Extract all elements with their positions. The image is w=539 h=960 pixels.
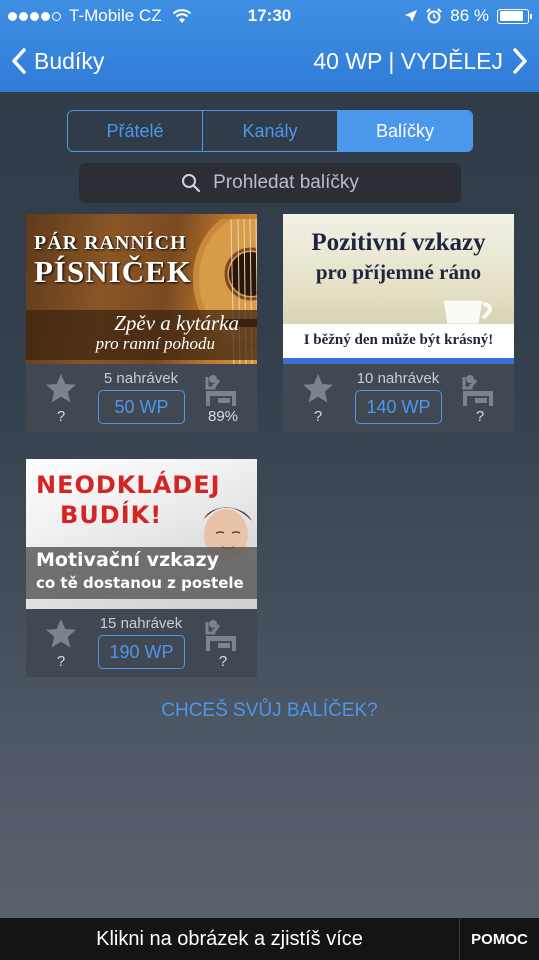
- package-card[interactable]: Pozitivní vzkazy pro příjemné ráno I běž…: [283, 214, 514, 432]
- package-subtitle-line-1: Zpěv a kytárka: [114, 311, 239, 335]
- back-button-label: Budíky: [34, 47, 105, 74]
- alarm-clock-icon: [426, 8, 442, 24]
- wake-rate-value: ?: [475, 408, 485, 425]
- package-title-line-2: pro příjemné ráno: [315, 260, 482, 284]
- tab-packages[interactable]: Balíčky: [338, 111, 472, 151]
- recordings-count: 15 nahrávek: [99, 615, 183, 632]
- recordings-count: 5 nahrávek: [103, 370, 179, 387]
- package-title-line-2: PÍSNIČEK: [34, 254, 192, 289]
- create-package-link[interactable]: CHCEŠ SVŮJ BALÍČEK?: [0, 700, 539, 722]
- package-image[interactable]: Pozitivní vzkazy pro příjemné ráno I běž…: [283, 214, 514, 364]
- package-footer: ? 5 nahrávek 50 WP 89%: [26, 364, 257, 432]
- package-subtitle-line-1: I běžný den může být krásný!: [303, 332, 494, 348]
- package-subtitle-line-2: pro ranní pohodu: [95, 334, 215, 353]
- wake-rate-value: 89%: [207, 408, 239, 425]
- battery-icon: [497, 8, 532, 24]
- tab-channels[interactable]: Kanály: [203, 111, 338, 151]
- package-title-line-2: BUDÍK!: [60, 501, 163, 529]
- help-button[interactable]: POMOC: [459, 918, 539, 960]
- star-icon: [303, 374, 333, 403]
- earn-button[interactable]: 40 WP | VYDĚLEJ: [313, 44, 529, 78]
- star-icon: [46, 374, 76, 403]
- rating-value: ?: [56, 653, 66, 670]
- battery-fill: [499, 11, 523, 21]
- info-banner[interactable]: Klikni na obrázek a zjistíš více: [0, 918, 459, 960]
- tab-friends[interactable]: Přátelé: [68, 111, 203, 151]
- battery-label: 86 %: [450, 6, 489, 25]
- package-subtitle-line-2: co tě dostanou z postele: [36, 574, 244, 592]
- segmented-tabs: Přátelé Kanály Balíčky: [67, 110, 473, 152]
- chevron-right-icon: [513, 48, 527, 74]
- chevron-left-icon: [12, 48, 26, 74]
- price-button[interactable]: 50 WP: [98, 390, 185, 424]
- package-title-line-1: NEODKLÁDEJ: [36, 471, 221, 499]
- rating-value: ?: [313, 408, 323, 425]
- price-button[interactable]: 190 WP: [98, 635, 185, 669]
- bottom-bar: Klikni na obrázek a zjistíš více POMOC: [0, 918, 539, 960]
- wake-up-person-icon: [462, 375, 493, 406]
- package-image[interactable]: PÁR RANNÍCH PÍSNIČEK Zpěv a kytárka pro …: [26, 214, 257, 364]
- package-card[interactable]: PÁR RANNÍCH PÍSNIČEK Zpěv a kytárka pro …: [26, 214, 257, 432]
- wake-rate-value: ?: [218, 653, 228, 670]
- package-footer: ? 15 nahrávek 190 WP ?: [26, 609, 257, 677]
- package-image-art: Pozitivní vzkazy pro příjemné ráno I běž…: [283, 214, 514, 364]
- status-bar: T-Mobile CZ 17:30 86 %: [0, 0, 539, 32]
- location-arrow-icon: [405, 10, 418, 22]
- package-subtitle-line-1: Motivační vzkazy: [36, 549, 220, 571]
- package-image-art: NEODKLÁDEJ BUDÍK! Motivační vzkazy co tě…: [26, 459, 257, 609]
- rating-value: ?: [56, 408, 66, 425]
- header: T-Mobile CZ 17:30 86 % Budíky 40 WP | VY…: [0, 0, 539, 92]
- package-footer: ? 10 nahrávek 140 WP ?: [283, 364, 514, 432]
- package-title-line-1: Pozitivní vzkazy: [311, 229, 486, 256]
- search-icon: [182, 174, 201, 193]
- search-placeholder: Prohledat balíčky: [213, 172, 359, 193]
- package-title-line-1: PÁR RANNÍCH: [34, 232, 187, 254]
- package-image-art: PÁR RANNÍCH PÍSNIČEK Zpěv a kytárka pro …: [26, 214, 257, 364]
- wake-up-person-icon: [205, 375, 236, 406]
- wake-up-person-icon: [205, 620, 236, 651]
- package-image[interactable]: NEODKLÁDEJ BUDÍK! Motivační vzkazy co tě…: [26, 459, 257, 609]
- earn-button-label: 40 WP | VYDĚLEJ: [313, 47, 503, 74]
- search-input[interactable]: Prohledat balíčky: [79, 163, 461, 203]
- price-button[interactable]: 140 WP: [355, 390, 442, 424]
- back-button[interactable]: Budíky: [10, 44, 104, 78]
- package-card[interactable]: NEODKLÁDEJ BUDÍK! Motivační vzkazy co tě…: [26, 459, 257, 677]
- star-icon: [46, 619, 76, 648]
- recordings-count: 10 nahrávek: [356, 370, 440, 387]
- status-right: 86 %: [404, 6, 532, 26]
